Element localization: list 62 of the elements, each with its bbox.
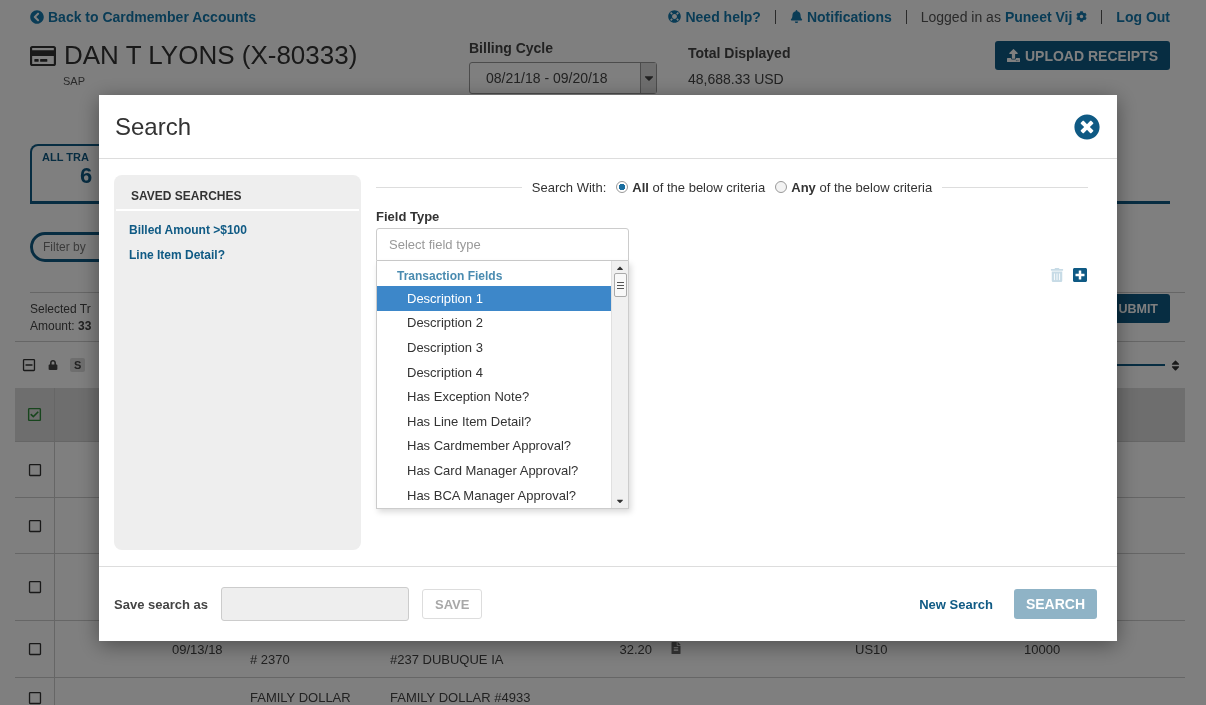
dropdown-option[interactable]: Description 4 — [377, 359, 611, 385]
checkbox[interactable] — [27, 690, 42, 705]
radio-button[interactable] — [775, 181, 788, 193]
sort-icon[interactable] — [1169, 358, 1182, 372]
checkbox[interactable] — [27, 518, 42, 533]
add-icon[interactable] — [1072, 267, 1088, 283]
field-type-label: Field Type — [376, 209, 441, 224]
dropdown-option[interactable]: Has Cardmember Approval? — [377, 433, 611, 459]
column-badge: S — [70, 358, 86, 372]
upload-icon — [1007, 49, 1020, 62]
saved-search-link[interactable]: Billed Amount >$100 — [114, 223, 361, 248]
saved-search-link[interactable]: Line Item Detail? — [114, 248, 361, 273]
date-cell-text: 09/13/18 — [172, 641, 224, 657]
upload-receipts-button[interactable]: UPLOAD RECEIPTS — [995, 41, 1170, 70]
billing-cycle-select[interactable]: 08/21/18 - 09/20/18 — [469, 62, 657, 94]
description-cell-text: FAMILY DOLLAR #4933 — [390, 690, 532, 705]
cardmember-subtitle: SAP — [63, 75, 86, 87]
dropdown-option[interactable]: Description 1 — [377, 286, 611, 311]
radio-label[interactable]: Any of the below criteria — [791, 179, 933, 195]
field-type-select[interactable]: Select field type — [376, 228, 629, 261]
radio-button[interactable] — [616, 181, 629, 193]
save-search-field[interactable] — [220, 587, 409, 621]
radio-label[interactable]: All of the below criteria — [632, 179, 766, 195]
merchant-cell-text: FAMILY DOLLAR — [250, 690, 352, 705]
back-chevron-icon[interactable] — [30, 9, 44, 24]
merchant-cell-text: # 2370 — [250, 650, 291, 667]
total-label: Total Displayed — [688, 45, 792, 61]
dropdown-option[interactable]: Has Card Manager Approval? — [377, 458, 611, 483]
dropdown-option[interactable]: Description 2 — [377, 310, 611, 336]
bell-icon — [789, 10, 803, 23]
lock-icon — [48, 360, 58, 370]
cardmember-name: DAN T LYONS (X-80333) — [64, 40, 358, 71]
selected-amount: Amount: 33 — [30, 318, 92, 333]
description-cell-text: #237 DUBUQUE IA — [390, 650, 505, 667]
save-search-label: Save search as — [114, 596, 208, 612]
search-with-label: Search With: — [531, 179, 607, 195]
account-cell-text: 10000 — [1024, 641, 1062, 657]
logged-in-label: Logged in as — [920, 8, 1001, 25]
gear-icon[interactable] — [1076, 11, 1088, 22]
new-search-link[interactable]: New Search — [919, 596, 993, 612]
checkbox[interactable] — [27, 462, 42, 477]
caret-icon[interactable] — [640, 63, 656, 93]
lifebuoy-icon — [668, 10, 682, 23]
dropdown-option[interactable]: Has BCA Manager Approval? — [377, 482, 611, 508]
dialog-title: Search — [115, 112, 192, 141]
amount-cell-text: 32.20 — [618, 641, 652, 657]
dropdown-option[interactable]: Description 3 — [377, 335, 611, 360]
dropdown-option[interactable]: Has Line Item Detail? — [377, 408, 611, 434]
selected-label: Selected Tr — [30, 301, 92, 316]
billing-cycle-label: Billing Cycle — [469, 40, 555, 56]
dropdown-option[interactable]: Has Exception Note? — [377, 384, 611, 409]
saved-searches-heading: SAVED SEARCHES — [116, 189, 359, 211]
scrollbar[interactable] — [611, 261, 628, 508]
total-value: 48,688.33 USD — [688, 71, 785, 87]
checkbox[interactable] — [27, 642, 42, 656]
close-button[interactable] — [1074, 113, 1100, 140]
checkbox[interactable] — [27, 580, 42, 594]
document-icon[interactable] — [670, 641, 682, 654]
select-all-checkbox[interactable] — [22, 358, 36, 372]
code-cell-text: US10 — [855, 641, 889, 657]
checkbox[interactable] — [27, 407, 42, 422]
option-group-heading: Transaction Fields — [396, 269, 504, 285]
